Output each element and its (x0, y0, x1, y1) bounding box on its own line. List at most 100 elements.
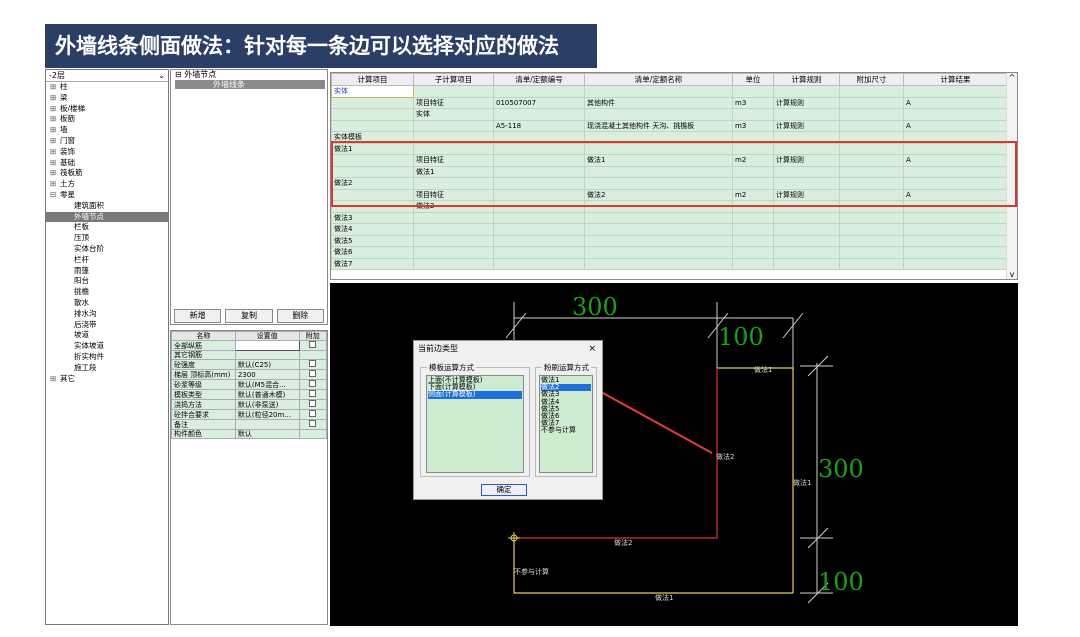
table-cell[interactable] (903, 257, 1008, 270)
copy-button[interactable]: 复制 (225, 309, 273, 323)
tree-item[interactable]: ⊞ 装饰 (46, 147, 168, 158)
tree-item[interactable]: 建筑面积 (46, 201, 168, 212)
table-cell[interactable] (903, 211, 1008, 224)
table-cell[interactable]: 实体 (331, 85, 414, 98)
tree-item[interactable]: 折实构件 (46, 352, 168, 363)
prop-row[interactable]: 其它钢筋 (171, 350, 327, 360)
table-cell[interactable]: A5-118 (493, 119, 585, 132)
table-cell[interactable] (903, 108, 1008, 121)
prop-value[interactable]: 2300 (234, 369, 300, 380)
expand-icon[interactable]: ⊞ (50, 104, 60, 115)
prop-value[interactable] (234, 340, 300, 351)
tree-item[interactable]: 排水沟 (46, 309, 168, 320)
tree-item[interactable]: ⊞ 梁 (46, 93, 168, 104)
tree-item[interactable]: ⊞ 柱 (46, 82, 168, 93)
prop-value[interactable]: 默认(非泵送) (234, 399, 300, 410)
close-icon[interactable]: × (588, 341, 596, 357)
table-cell[interactable] (413, 223, 494, 236)
table-cell[interactable] (493, 223, 585, 236)
table-row[interactable]: 项目特征 010507007 其他构件 m3 计算规则 A (331, 96, 1008, 109)
table-cell[interactable] (839, 246, 904, 259)
table-cell[interactable] (413, 234, 494, 247)
tree-item[interactable]: 施工段 (46, 363, 168, 374)
tree-item[interactable]: ⊞ 板/楼梯 (46, 104, 168, 115)
table-cell[interactable]: 做法4 (331, 223, 414, 236)
table-cell[interactable]: A (903, 96, 1008, 109)
table-row[interactable]: 做法3 (331, 211, 1008, 224)
table-cell[interactable] (584, 257, 733, 270)
prop-value[interactable]: 默认(M5混合... (234, 379, 300, 390)
expand-icon[interactable]: ⊞ (50, 114, 60, 125)
chevron-down-icon[interactable]: ⌄ (158, 70, 165, 81)
table-cell[interactable] (732, 211, 774, 224)
table-row[interactable]: 做法5 (331, 234, 1008, 247)
table-cell[interactable] (493, 108, 585, 121)
column-header[interactable]: 计算规则 (773, 73, 840, 86)
table-cell[interactable] (732, 234, 774, 247)
table-cell[interactable]: 做法5 (331, 234, 414, 247)
table-cell[interactable] (839, 96, 904, 109)
table-cell[interactable] (584, 223, 733, 236)
column-header[interactable]: 计算结果 (903, 73, 1008, 86)
table-row[interactable]: 做法4 (331, 223, 1008, 236)
tree-item[interactable]: 栏板 (46, 222, 168, 233)
table-cell[interactable] (584, 85, 733, 98)
tree-item[interactable]: 栏杆 (46, 255, 168, 266)
dialog-titlebar[interactable]: 当前边类型 × (414, 341, 602, 357)
tree-item[interactable]: 实体坡道 (46, 341, 168, 352)
column-header[interactable]: 单位 (732, 73, 774, 86)
new-button[interactable]: 新增 (174, 309, 222, 323)
table-cell[interactable] (839, 234, 904, 247)
prop-row[interactable]: 构件颜色 默认 (171, 429, 327, 439)
table-cell[interactable]: 做法3 (331, 211, 414, 224)
table-cell[interactable]: 010507007 (493, 96, 585, 109)
table-cell[interactable] (413, 119, 494, 132)
expand-icon[interactable]: ⊞ (50, 136, 60, 147)
scroll-up-icon[interactable]: ^ (1007, 73, 1017, 82)
tree-item[interactable]: 散水 (46, 298, 168, 309)
tree-item[interactable]: 后浇带 (46, 320, 168, 331)
tree-item[interactable]: ⊞ 基础 (46, 158, 168, 169)
component-tree[interactable]: -2层 ⌄ ⊞ 柱 ⊞ 梁 ⊞ 板/楼梯 ⊞ 板筋 ⊞ 墙 ⊞ 门窗 ⊞ 装饰 ⊞ 基础 ⊞ 筏板筋 ⊞ 土方 ⊟ 零星建… (45, 69, 169, 625)
table-cell[interactable]: A (903, 119, 1008, 132)
node-panel-header[interactable]: ⊟ 外墙节点 (171, 70, 327, 80)
prop-value[interactable]: 默认(普通木模) (234, 389, 300, 400)
checkbox[interactable] (309, 400, 317, 407)
table-cell[interactable] (493, 211, 585, 224)
expand-icon[interactable]: ⊞ (50, 93, 60, 104)
prop-value[interactable]: 默认(C25) (234, 359, 300, 370)
tree-item[interactable]: ⊞ 板筋 (46, 114, 168, 125)
checkbox[interactable] (309, 360, 317, 367)
table-cell[interactable] (773, 85, 840, 98)
checkbox[interactable] (309, 390, 317, 397)
prop-row[interactable]: 砼强度 默认(C25) (171, 359, 327, 370)
column-header[interactable]: 计算项目 (331, 73, 414, 86)
table-cell[interactable] (773, 108, 840, 121)
expand-icon[interactable]: ⊞ (50, 168, 60, 179)
table-cell[interactable]: m3 (732, 96, 774, 109)
prop-value[interactable]: 默认(粒径20m... (234, 409, 300, 420)
expand-icon[interactable]: ⊞ (50, 374, 60, 385)
table-cell[interactable]: 其他构件 (584, 96, 733, 109)
tree-item[interactable]: ⊞ 墙 (46, 125, 168, 136)
table-cell[interactable] (732, 257, 774, 270)
tree-item[interactable]: 雨篷 (46, 266, 168, 277)
formwork-list[interactable]: 上面(不计算模板) 下面(计算模板) 侧面(计算模板) (426, 375, 524, 473)
collapse-icon[interactable]: ⊟ (175, 70, 184, 79)
tree-item[interactable]: ⊞ 其它 (46, 374, 168, 385)
table-cell[interactable] (331, 96, 414, 109)
table-cell[interactable] (773, 246, 840, 259)
prop-row[interactable]: 砂浆等级 默认(M5混合... (171, 379, 327, 390)
prop-value[interactable] (234, 350, 300, 360)
table-row[interactable]: 做法7 (331, 257, 1008, 270)
table-cell[interactable] (773, 223, 840, 236)
table-cell[interactable] (331, 119, 414, 132)
table-cell[interactable] (839, 257, 904, 270)
table-row[interactable]: 做法6 (331, 246, 1008, 259)
table-cell[interactable] (903, 246, 1008, 259)
prop-row[interactable]: 梯层 顶标高(mm) 2300 (171, 369, 327, 380)
column-header[interactable]: 清单/定额编号 (493, 73, 585, 86)
expand-icon[interactable]: ⊞ (50, 158, 60, 169)
ok-button[interactable]: 确定 (481, 484, 527, 496)
table-cell[interactable] (584, 211, 733, 224)
